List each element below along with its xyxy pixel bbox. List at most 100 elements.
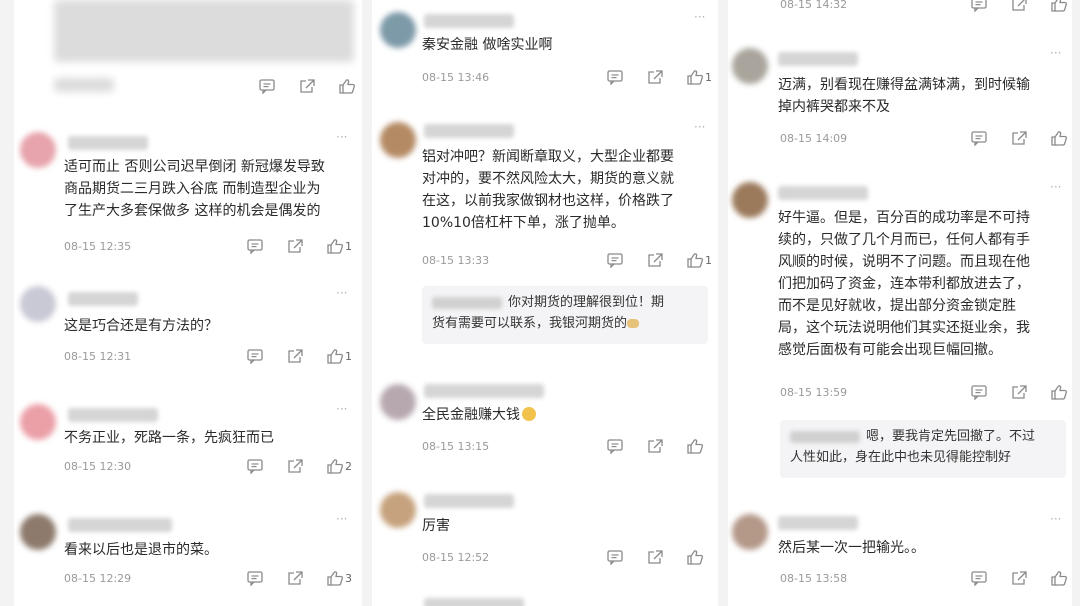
like-count: 1: [705, 253, 712, 267]
avatar[interactable]: [380, 122, 416, 158]
thumb-up-icon[interactable]: [326, 238, 344, 254]
avatar[interactable]: [732, 514, 768, 550]
username[interactable]: [778, 186, 868, 200]
action-bar: [970, 130, 1068, 146]
action-bar: [606, 438, 704, 454]
username[interactable]: [68, 518, 172, 532]
comment-column-1: ··· 适可而止 否则公司迟早倒闭 新冠爆发导致 商品期货二三月跌入谷底 而制造…: [14, 0, 362, 606]
like-count: 1: [705, 70, 712, 84]
thumb-up-icon[interactable]: [686, 438, 704, 454]
comment-text: 好牛逼。但是，百分百的成功率是不可持 续的，只做了几个月而已，任何人都有手 风顺…: [778, 210, 1030, 358]
share-icon[interactable]: [286, 238, 304, 254]
username[interactable]: [778, 52, 858, 66]
thumb-up-icon[interactable]: [1050, 384, 1068, 400]
share-icon[interactable]: [646, 69, 664, 85]
username[interactable]: [424, 124, 514, 138]
action-bar: [970, 384, 1068, 400]
reply-box[interactable]: 嗯，要我肯定先回撤了。不过 人性如此，身在此中也未见得能控制好: [780, 420, 1066, 478]
thumb-up-icon[interactable]: [686, 252, 704, 268]
username[interactable]: [424, 598, 524, 606]
avatar[interactable]: [20, 132, 56, 168]
action-bar: 1: [246, 348, 352, 364]
username[interactable]: [424, 384, 544, 398]
avatar[interactable]: [380, 384, 416, 420]
thumb-up-icon[interactable]: [338, 78, 356, 94]
action-bar: [606, 549, 704, 565]
thumb-up-icon[interactable]: [1050, 570, 1068, 586]
timestamp: 08-15 12:30: [64, 460, 132, 473]
username[interactable]: [424, 14, 514, 28]
comment-text-content: 全民金融赚大钱: [422, 407, 520, 423]
comment-icon[interactable]: [246, 570, 264, 586]
comment-icon[interactable]: [246, 348, 264, 364]
avatar[interactable]: [20, 286, 56, 322]
share-icon[interactable]: [646, 252, 664, 268]
comment-icon[interactable]: [246, 238, 264, 254]
share-icon[interactable]: [646, 549, 664, 565]
comment-column-2: ··· 秦安金融 做啥实业啊 08-15 13:46 1 ··· 铝对冲吧？新闻…: [372, 0, 718, 606]
comment-icon[interactable]: [258, 78, 276, 94]
more-icon[interactable]: ···: [1050, 46, 1061, 60]
more-icon[interactable]: ···: [336, 512, 347, 526]
more-icon[interactable]: ···: [336, 402, 347, 416]
comment-icon[interactable]: [970, 0, 988, 12]
timestamp: 08-15 13:58: [780, 572, 848, 585]
like-count: 2: [345, 459, 352, 473]
comment-text: 适可而止 否则公司迟早倒闭 新冠爆发导致 商品期货二三月跌入谷底 而制造型企业为…: [64, 159, 325, 219]
share-icon[interactable]: [646, 438, 664, 454]
comment-icon[interactable]: [970, 130, 988, 146]
reply-username[interactable]: [790, 430, 860, 443]
comment-icon[interactable]: [606, 438, 624, 454]
share-icon[interactable]: [286, 458, 304, 474]
more-icon[interactable]: ···: [694, 10, 705, 24]
thumb-up-icon[interactable]: [326, 458, 344, 474]
share-icon[interactable]: [298, 78, 316, 94]
avatar[interactable]: [732, 182, 768, 218]
more-icon[interactable]: ···: [1050, 512, 1061, 526]
timestamp: 08-15 13:46: [422, 71, 490, 84]
username[interactable]: [68, 408, 158, 422]
username[interactable]: [778, 516, 858, 530]
share-icon[interactable]: [1010, 384, 1028, 400]
thumb-up-icon[interactable]: [326, 348, 344, 364]
thumb-up-icon[interactable]: [686, 69, 704, 85]
more-icon[interactable]: ···: [336, 286, 347, 300]
like-count: 1: [345, 349, 352, 363]
avatar[interactable]: [380, 492, 416, 528]
like-count: 1: [345, 239, 352, 253]
comment-column-3: 08-15 14:32 ··· 迈满，别看现在赚得盆满钵满，到时候输 掉内裤哭都…: [728, 0, 1072, 606]
username[interactable]: [424, 494, 514, 508]
comment-icon[interactable]: [606, 252, 624, 268]
blurred-timestamp: [54, 78, 114, 92]
like-count: 3: [345, 571, 352, 585]
share-icon[interactable]: [1010, 570, 1028, 586]
avatar[interactable]: [732, 48, 768, 84]
action-bar: [258, 78, 356, 94]
thumb-up-icon[interactable]: [686, 549, 704, 565]
share-icon[interactable]: [1010, 130, 1028, 146]
comment-icon[interactable]: [970, 384, 988, 400]
more-icon[interactable]: ···: [694, 120, 705, 134]
share-icon[interactable]: [286, 570, 304, 586]
thumb-up-icon[interactable]: [1050, 130, 1068, 146]
username[interactable]: [68, 136, 148, 150]
comment-icon[interactable]: [246, 458, 264, 474]
thumb-up-icon[interactable]: [326, 570, 344, 586]
comment-icon[interactable]: [970, 570, 988, 586]
thumb-up-icon[interactable]: [1050, 0, 1068, 12]
more-icon[interactable]: ···: [336, 130, 347, 144]
blurred-content: [54, 0, 354, 62]
share-icon[interactable]: [286, 348, 304, 364]
avatar[interactable]: [20, 404, 56, 440]
avatar[interactable]: [380, 12, 416, 48]
avatar[interactable]: [20, 514, 56, 550]
comment-text: 不务正业，死路一条，先疯狂而已: [64, 430, 274, 446]
reply-username[interactable]: [432, 296, 502, 309]
reply-box[interactable]: 你对期货的理解很到位！期 货有需要可以联系，我银河期货的: [422, 286, 708, 344]
username[interactable]: [68, 292, 138, 306]
action-bar: 3: [246, 570, 352, 586]
comment-icon[interactable]: [606, 69, 624, 85]
more-icon[interactable]: ···: [1050, 180, 1061, 194]
comment-icon[interactable]: [606, 549, 624, 565]
share-icon[interactable]: [1010, 0, 1028, 12]
